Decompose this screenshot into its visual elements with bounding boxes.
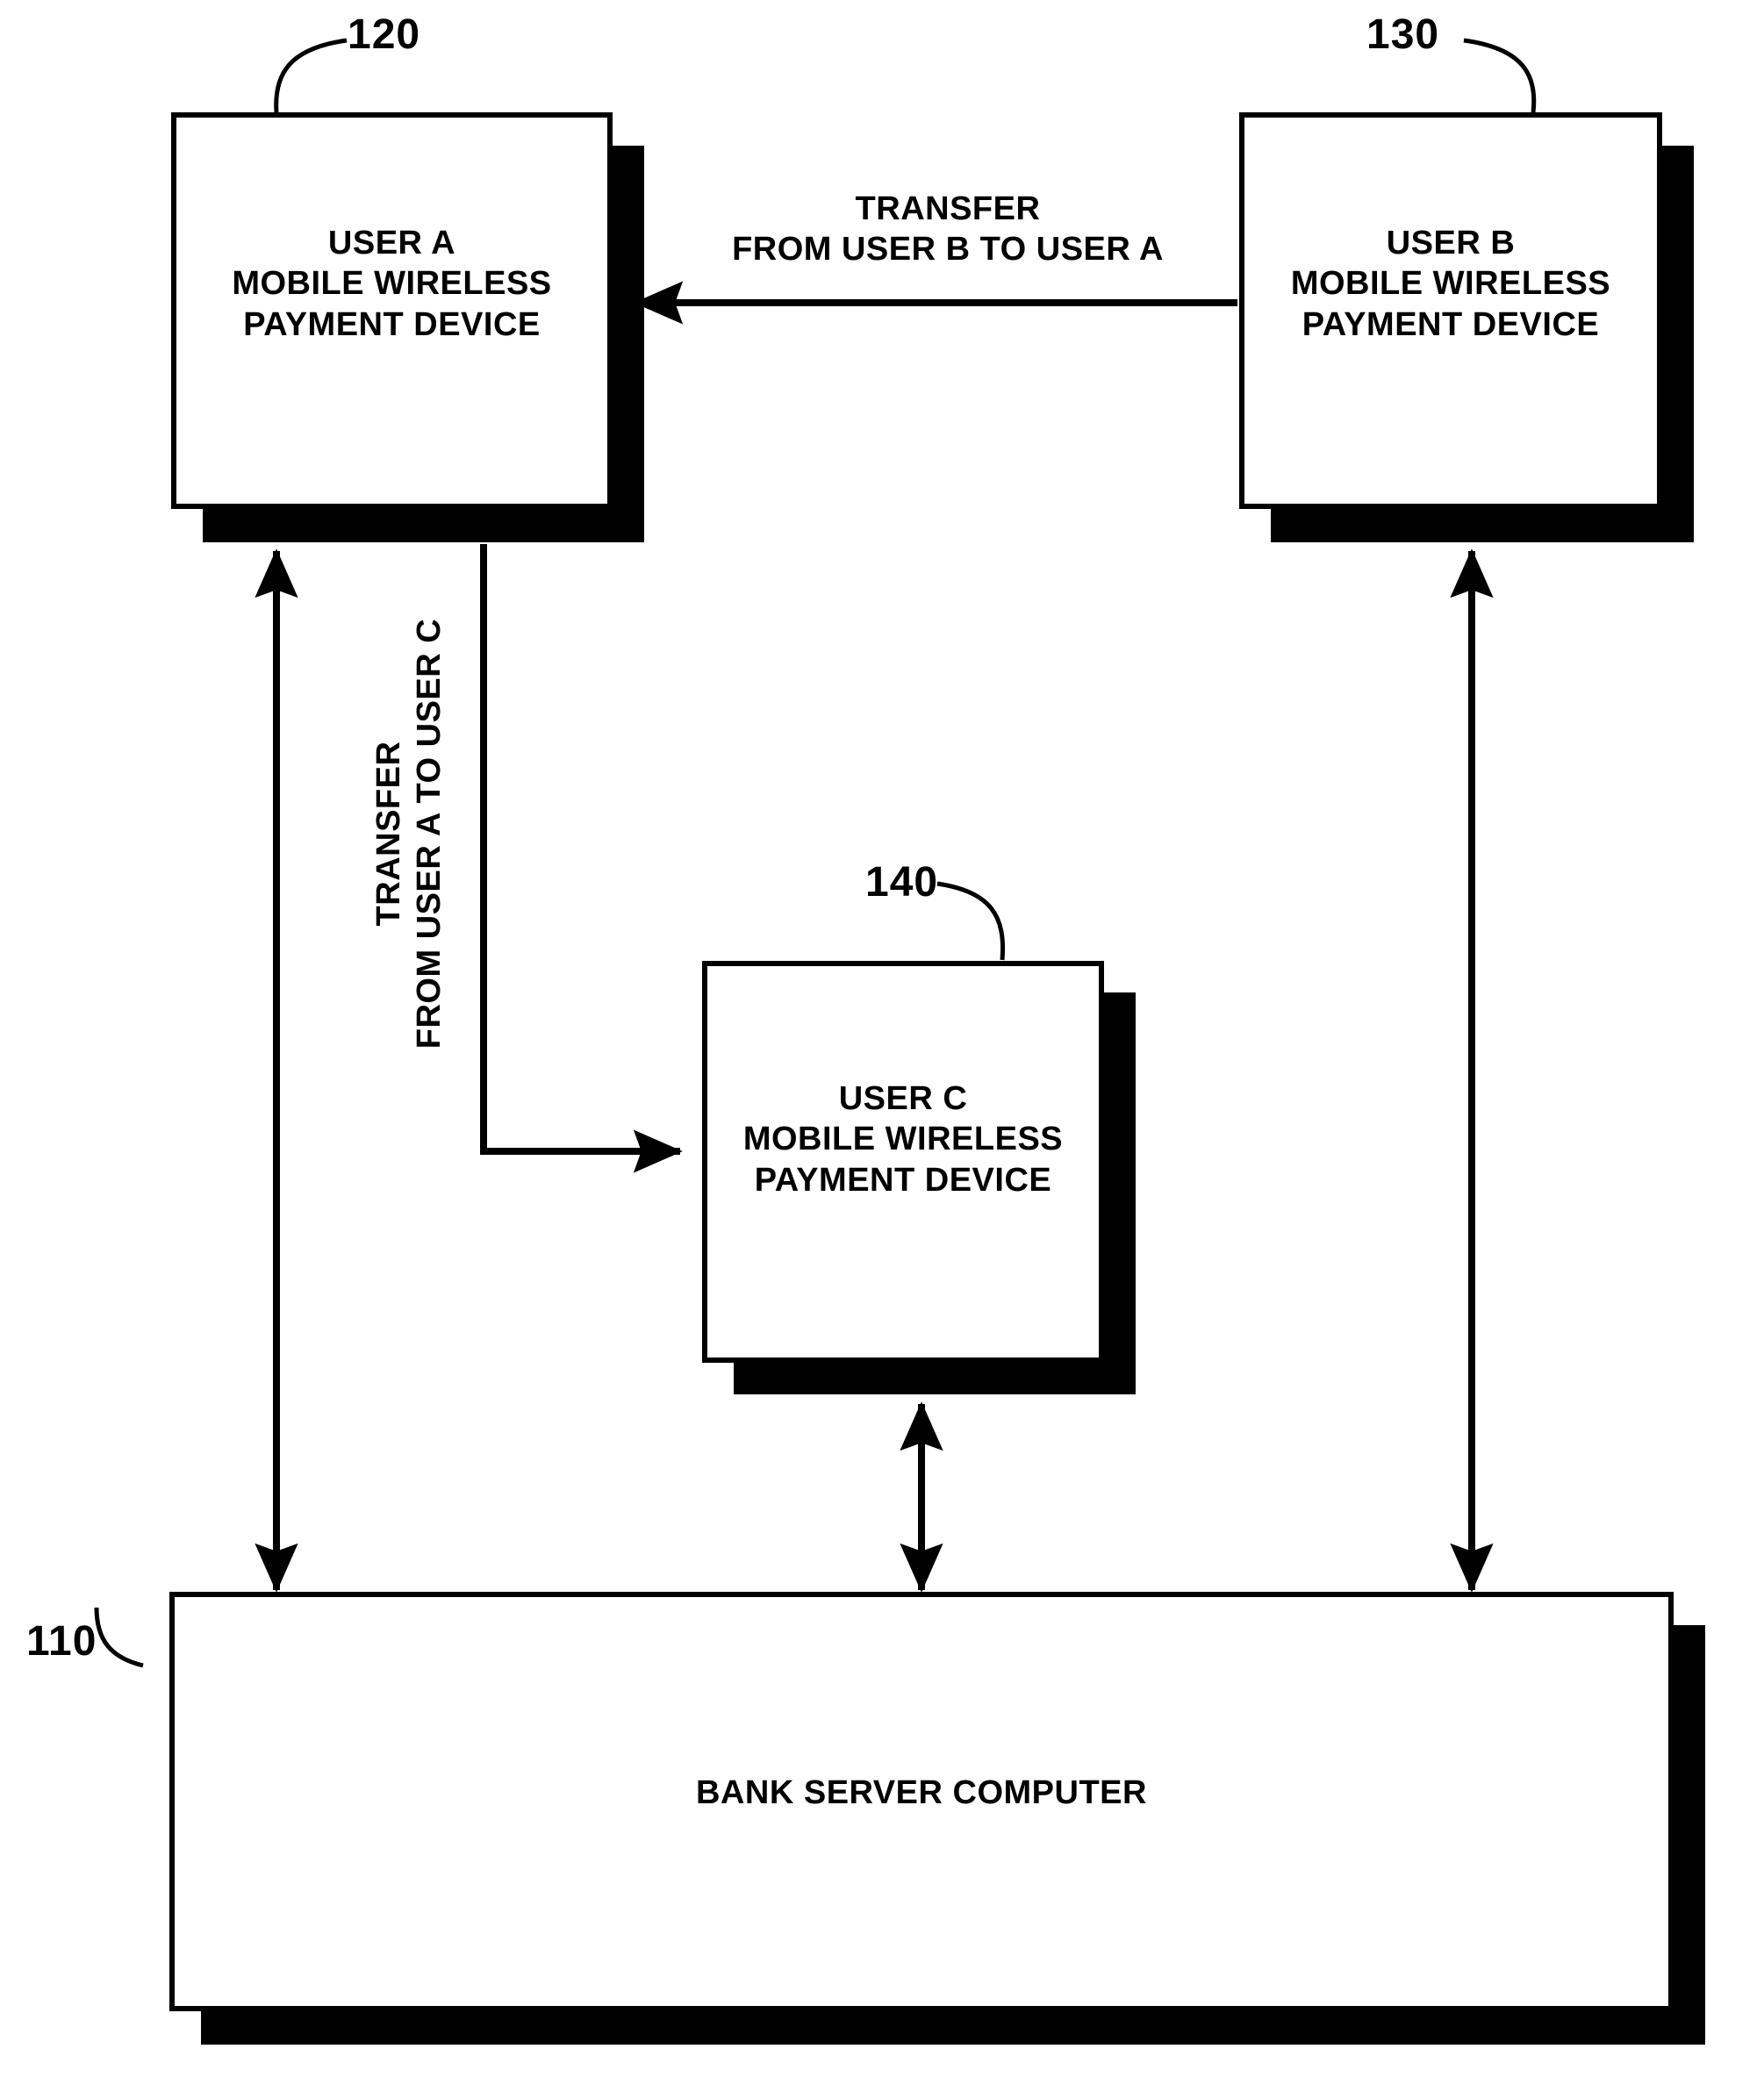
ref-numeral-110: 110: [26, 1618, 97, 1665]
ref-numeral-140: 140: [865, 859, 939, 906]
user-a-device[interactable]: USER A MOBILE WIRELESS PAYMENT DEVICE: [171, 112, 613, 509]
ref-numeral-120: 120: [348, 11, 421, 58]
leader-line-140: [936, 881, 1006, 961]
leader-line-130: [1463, 38, 1537, 113]
arrow-transfer-a-to-c: [480, 544, 683, 1173]
user-b-device-label: USER B MOBILE WIRELESS PAYMENT DEVICE: [1290, 225, 1611, 343]
bank-server-computer-label: BANK SERVER COMPUTER: [696, 1774, 1147, 1811]
bank-server-computer[interactable]: BANK SERVER COMPUTER: [169, 1592, 1674, 2011]
patent-figure: USER A MOBILE WIRELESS PAYMENT DEVICE 12…: [0, 0, 1764, 2099]
transfer-b-to-a-label: TRANSFER FROM USER B TO USER A: [732, 190, 1164, 269]
leader-line-120: [274, 38, 348, 113]
transfer-a-to-c-label: TRANSFER FROM USER A TO USER C: [370, 618, 448, 1050]
ref-numeral-130: 130: [1366, 11, 1440, 58]
leader-line-110: [94, 1607, 144, 1668]
user-a-device-label: USER A MOBILE WIRELESS PAYMENT DEVICE: [232, 225, 552, 343]
user-c-device[interactable]: USER C MOBILE WIRELESS PAYMENT DEVICE: [702, 961, 1104, 1363]
user-b-device[interactable]: USER B MOBILE WIRELESS PAYMENT DEVICE: [1239, 112, 1662, 509]
user-c-device-label: USER C MOBILE WIRELESS PAYMENT DEVICE: [742, 1080, 1064, 1199]
